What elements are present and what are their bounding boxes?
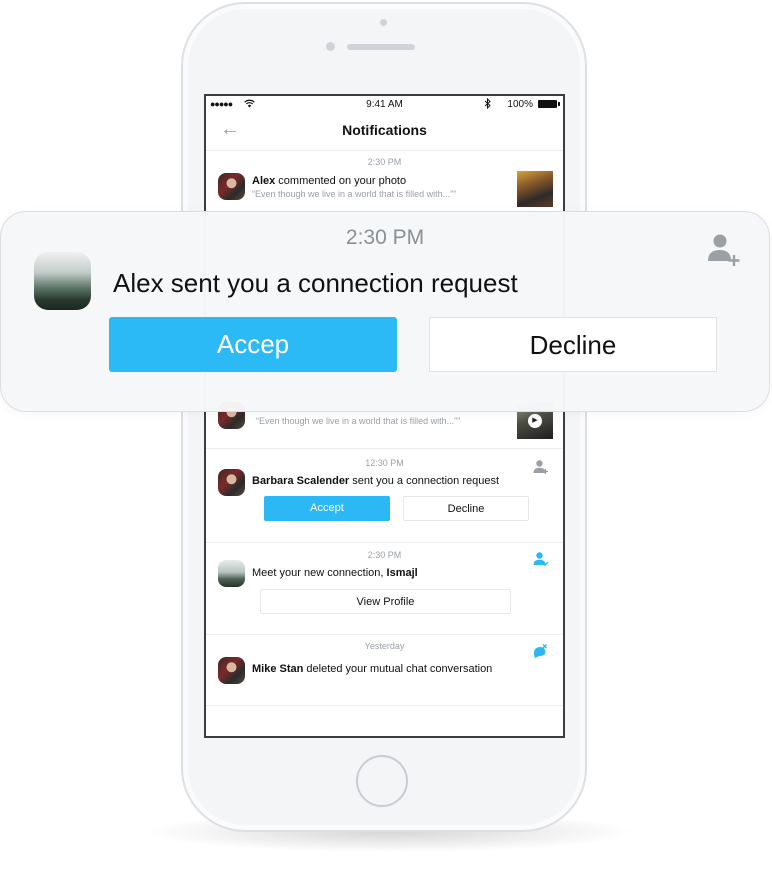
notification-time: Yesterday xyxy=(364,641,405,651)
home-button[interactable] xyxy=(356,755,408,807)
notification-quote: “Even though we live in a world that is … xyxy=(256,416,461,426)
battery-percent: 100% xyxy=(507,99,533,110)
battery-icon xyxy=(538,100,560,108)
notification-message: Meet your new connection, xyxy=(252,567,387,579)
add-user-icon xyxy=(533,460,548,474)
popup-decline-button[interactable]: Decline xyxy=(429,317,717,372)
user-check-icon xyxy=(533,552,549,567)
popup-accept-button[interactable]: Accep xyxy=(109,317,397,372)
page-title: Notifications xyxy=(342,122,427,138)
popup-message: Alex sent you a connection request xyxy=(113,268,518,298)
avatar xyxy=(218,657,245,684)
bluetooth-icon xyxy=(484,97,491,112)
notification-text: Barbara Scalender sent you a connection … xyxy=(252,475,499,487)
play-icon[interactable]: ▶ xyxy=(528,414,542,428)
notification-message: sent you a connection request xyxy=(349,475,500,487)
connection-request-popup: 2:30 PM Alex sent you a connection reque… xyxy=(0,211,770,412)
connection-name: Ismajl xyxy=(386,567,418,579)
popup-time: 2:30 PM xyxy=(345,226,425,249)
phone-speaker xyxy=(347,44,415,50)
avatar xyxy=(218,560,245,587)
phone-screen: ●●●●● 9:41 AM 100% ← Notifications 2:30 … xyxy=(204,94,565,738)
avatar xyxy=(218,469,245,496)
sender-name: Barbara Scalender xyxy=(252,475,350,487)
photo-thumbnail[interactable] xyxy=(517,171,553,207)
nav-bar: ← Notifications xyxy=(206,114,563,151)
notification-item[interactable]: 2:30 PM Meet your new connection, Ismajl… xyxy=(206,543,563,635)
notification-time: 2:30 PM xyxy=(367,550,402,560)
notification-message: deleted your mutual chat conversation xyxy=(303,663,493,675)
phone-sensor xyxy=(380,19,387,26)
avatar xyxy=(218,173,245,200)
notification-text: Alex commented on your photo xyxy=(252,175,406,187)
decline-button[interactable]: Decline xyxy=(403,496,529,521)
sender-name: Alex xyxy=(252,175,276,187)
notification-text: Meet your new connection, Ismajl xyxy=(252,567,418,579)
sender-name: Mike Stan xyxy=(252,663,304,675)
chat-delete-icon xyxy=(533,644,547,658)
accept-button[interactable]: Accept xyxy=(264,496,390,521)
notification-time: 12:30 PM xyxy=(365,458,404,468)
add-user-icon xyxy=(708,234,740,266)
notification-item[interactable]: 12:30 PM Barbara Scalender sent you a co… xyxy=(206,449,563,543)
notification-quote: “Even though we live in a world that is … xyxy=(252,189,457,199)
notification-message: commented on your photo xyxy=(275,175,407,187)
view-profile-button[interactable]: View Profile xyxy=(260,589,511,614)
notification-time: 2:30 PM xyxy=(367,157,402,167)
phone-camera xyxy=(326,42,335,51)
notification-item[interactable]: Yesterday Mike Stan deleted your mutual … xyxy=(206,635,563,706)
status-bar: ●●●●● 9:41 AM 100% xyxy=(206,96,563,114)
notification-text: Mike Stan deleted your mutual chat conve… xyxy=(252,663,492,675)
popup-avatar xyxy=(34,252,91,310)
notification-item[interactable]: 2:30 PM Alex commented on your photo “Ev… xyxy=(206,151,563,212)
